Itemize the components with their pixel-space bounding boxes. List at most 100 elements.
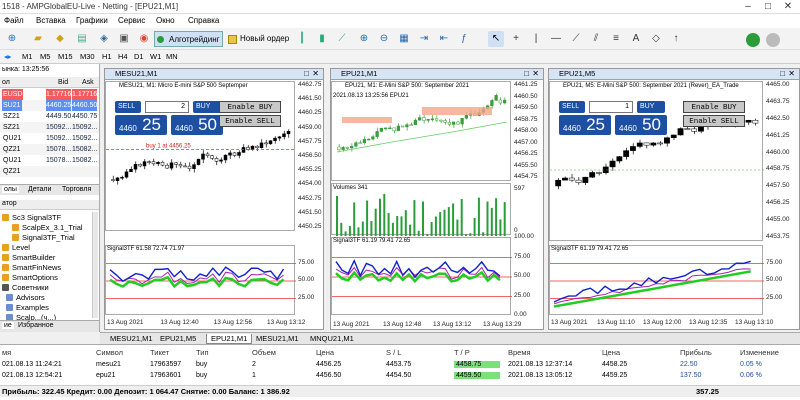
mw-row[interactable]: QU21 15078... 15082... <box>0 155 99 166</box>
maximize-chart-icon[interactable]: □ <box>524 69 529 79</box>
buy-button[interactable]: BUY <box>637 101 665 113</box>
account-icon[interactable] <box>766 33 780 47</box>
profiles-icon[interactable]: ◆ <box>52 31 68 47</box>
buy-price-box[interactable]: 4460 50 <box>171 115 223 135</box>
buy-button[interactable]: BUY <box>193 101 221 113</box>
enable-buy-button[interactable]: Enable BUY <box>683 101 745 113</box>
terminal-cell[interactable]: 021.08.13 12:54:21 <box>2 372 62 379</box>
autoscroll-icon[interactable]: ⇥ <box>416 31 432 47</box>
zoom-in-icon[interactable]: ⊕ <box>356 31 372 47</box>
sell-price-box[interactable]: 4460 25 <box>559 115 611 135</box>
terminal-icon[interactable]: ▣ <box>116 31 132 47</box>
mw-row[interactable]: QZ21 <box>0 166 99 177</box>
tf-m1[interactable]: M1 <box>22 52 32 61</box>
mw-row[interactable]: SZ21 4449.50 4450.75 <box>0 111 99 122</box>
menu-file[interactable]: Файл <box>4 16 24 25</box>
new-chart-icon[interactable]: ⊕ <box>4 31 20 47</box>
tf-h1[interactable]: H1 <box>102 52 112 61</box>
enable-sell-button[interactable]: Enable SELL <box>219 115 281 127</box>
navigator-item-label: Signal3TF_Trial <box>22 233 75 242</box>
maximize-chart-icon[interactable]: □ <box>780 69 785 79</box>
menu-charts[interactable]: Графики <box>76 16 108 25</box>
shapes-icon[interactable]: ◇ <box>648 31 664 47</box>
sell-button[interactable]: SELL <box>115 101 141 113</box>
close-chart-icon[interactable]: ✕ <box>312 69 319 79</box>
menu-insert[interactable]: Вставка <box>36 16 66 25</box>
algo-trading-button[interactable]: Алготрейдинг <box>154 31 223 47</box>
trendline-icon[interactable]: ⟋ <box>568 31 584 47</box>
mw-tab-symbols[interactable]: олы <box>2 186 19 193</box>
chart-tab-epu21-m1[interactable]: EPU21,M1 <box>206 334 253 344</box>
mw-row[interactable]: SZ21 15092... 15092... <box>0 122 99 133</box>
tester-icon[interactable]: ◉ <box>136 31 152 47</box>
terminal-col-header: Тип <box>196 348 209 357</box>
chart-window[interactable]: EPU21,M1 □ ✕ EPU21, M1: E-Mini S&P 500: Sep… <box>330 68 544 330</box>
tf-arrow-icon[interactable]: ◂▸ <box>4 52 12 61</box>
y-tick: 4462.50 <box>766 114 790 122</box>
maximize-chart-icon[interactable]: □ <box>304 69 309 79</box>
text-icon[interactable]: A <box>628 31 644 47</box>
minimize-icon[interactable]: – <box>738 0 758 14</box>
chart-tab-mnqu21-m1[interactable]: MNQU21,M1 <box>306 334 358 344</box>
candles-icon[interactable]: ▮ <box>314 31 330 47</box>
candle-body <box>264 142 268 145</box>
close-icon[interactable]: ✕ <box>778 0 798 14</box>
signal-icon[interactable] <box>746 33 760 47</box>
chart-window[interactable]: MESU21,M1 □ ✕ buy 1 at 4456.25 MESU21, M1: M… <box>104 68 324 330</box>
tf-mn[interactable]: MN <box>166 52 178 61</box>
vline-icon[interactable]: | <box>528 31 544 47</box>
terminal-cell[interactable]: 021.08.13 11:24:21 <box>2 361 62 368</box>
tf-m30[interactable]: M30 <box>80 52 95 61</box>
tf-d1[interactable]: D1 <box>134 52 144 61</box>
tf-h4[interactable]: H4 <box>118 52 128 61</box>
menu-window[interactable]: Окно <box>156 16 175 25</box>
volume-input[interactable]: 1 <box>589 101 633 113</box>
tf-m5[interactable]: M5 <box>40 52 50 61</box>
close-chart-icon[interactable]: ✕ <box>532 69 539 79</box>
market-watch-icon[interactable]: ▤ <box>74 31 90 47</box>
chart-window[interactable]: EPU21,M5 □ ✕ EPU21, M5: E-Mini S&P 500: Sep… <box>548 68 800 330</box>
cursor-icon[interactable]: ↖ <box>488 31 504 47</box>
folder-icon[interactable]: ▰ <box>30 31 46 47</box>
mw-row[interactable]: SU21 4460.25 4460.50 <box>0 100 99 111</box>
menu-help[interactable]: Справка <box>188 16 219 25</box>
sell-price-box[interactable]: 4460 25 <box>115 115 167 135</box>
chart-tab-epu21-m5[interactable]: EPU21,M5 <box>156 334 200 344</box>
buy-price-box[interactable]: 4460 50 <box>615 115 667 135</box>
zoom-out-icon[interactable]: ⊖ <box>376 31 392 47</box>
candle-body <box>151 161 156 165</box>
channel-icon[interactable]: ⫽ <box>588 31 604 47</box>
arrows-icon[interactable]: ↑ <box>668 31 684 47</box>
fibo-icon[interactable]: ≡ <box>608 31 624 47</box>
enable-buy-button[interactable]: Enable BUY <box>219 101 281 113</box>
bar-chart-icon[interactable]: ┃ <box>294 31 310 47</box>
navigator-icon[interactable]: ◈ <box>96 31 112 47</box>
crosshair-icon[interactable]: + <box>508 31 524 47</box>
line-chart-icon[interactable]: ⟋ <box>334 31 350 47</box>
sell-button[interactable]: SELL <box>559 101 585 113</box>
mw-row[interactable]: EUSD 1.17716 1.17716 <box>0 89 99 100</box>
enable-sell-button[interactable]: Enable SELL <box>683 115 745 127</box>
mw-tab-details[interactable]: Детали <box>28 186 51 193</box>
mw-row[interactable]: QU21 15092... 15092... <box>0 133 99 144</box>
chart-tab-mesu21-m1-b[interactable]: MESU21,M1 <box>252 334 303 344</box>
chart-tab-mesu21-m1[interactable]: MESU21,M1 <box>106 334 157 344</box>
y-tick: 4461.50 <box>298 95 322 103</box>
tile-icon[interactable]: ▦ <box>396 31 412 47</box>
close-chart-icon[interactable]: ✕ <box>788 69 795 79</box>
volume-input[interactable]: 2 <box>145 101 189 113</box>
hline-icon[interactable]: — <box>548 31 564 47</box>
candle-body <box>169 162 174 169</box>
shift-icon[interactable]: ⇤ <box>436 31 452 47</box>
mw-row[interactable]: QZ21 15078... 15082... <box>0 144 99 155</box>
tf-w1[interactable]: W1 <box>150 52 161 61</box>
market-watch-tabs: олы Детали Торговля <box>0 184 99 195</box>
menu-tools[interactable]: Сервис <box>118 16 145 25</box>
nav-tab-common[interactable]: ие <box>2 322 14 329</box>
indicators-icon[interactable]: ƒ <box>456 31 472 47</box>
tf-m15[interactable]: M15 <box>58 52 73 61</box>
nav-tab-favorites[interactable]: Избранное <box>18 322 53 329</box>
mw-tab-trading[interactable]: Торговля <box>62 186 91 193</box>
maximize-icon[interactable]: □ <box>758 0 778 14</box>
navigator-scrollbar[interactable] <box>92 212 98 318</box>
